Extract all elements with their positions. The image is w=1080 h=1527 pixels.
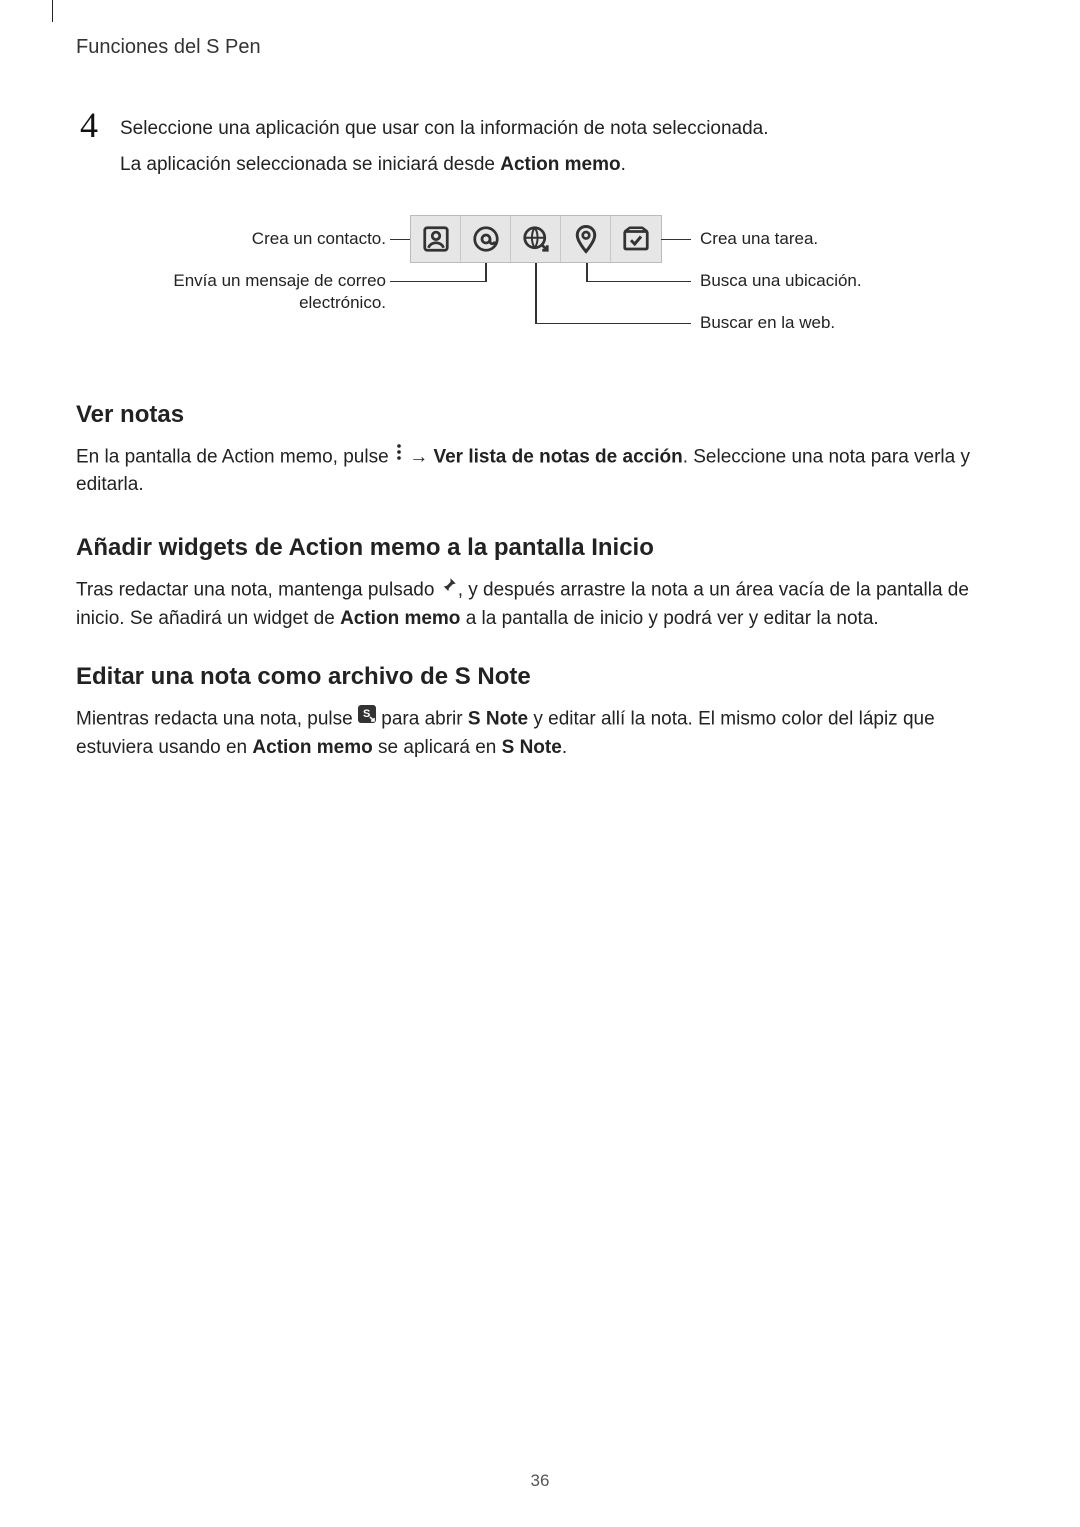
text: para abrir — [376, 708, 468, 729]
pin-note-icon — [440, 575, 458, 604]
more-options-icon — [394, 442, 404, 471]
text: . — [562, 737, 567, 758]
callout-line — [535, 263, 537, 323]
contact-icon — [421, 224, 451, 254]
heading-ver-notas: Ver notas — [76, 401, 1004, 429]
snote-icon: S — [358, 704, 376, 733]
heading-anadir: Añadir widgets de Action memo a la panta… — [76, 534, 1004, 562]
globe-arrow-icon — [521, 224, 551, 254]
step-subtext: La aplicación seleccionada se iniciará d… — [120, 151, 1004, 179]
action-memo-diagram: Crea un contacto. Envía un mensaje de co… — [76, 215, 1004, 355]
callout-line — [535, 323, 691, 325]
at-icon — [471, 224, 501, 254]
step-sub-post: . — [621, 154, 626, 175]
callout-task: Crea una tarea. — [700, 229, 818, 249]
callout-email-a: Envía un mensaje de correo — [76, 271, 386, 291]
text: Mientras redacta una nota, pulse — [76, 708, 358, 729]
text-bold: Action memo — [252, 737, 372, 758]
callout-line — [586, 263, 588, 282]
para-anadir: Tras redactar una nota, mantenga pulsado… — [76, 576, 1004, 633]
step-sub-bold: Action memo — [500, 154, 620, 175]
text-bold: Ver lista de notas de acción — [433, 446, 682, 467]
callout-location: Busca una ubicación. — [700, 271, 862, 291]
pin-icon — [571, 224, 601, 254]
step-text: Seleccione una aplicación que usar con l… — [120, 107, 769, 143]
text: a la pantalla de inicio y podrá ver y ed… — [460, 608, 878, 629]
text: Tras redactar una nota, mantenga pulsado — [76, 579, 440, 600]
task-app-button[interactable] — [611, 216, 661, 262]
callout-email-b: electrónico. — [76, 293, 386, 313]
contact-app-button[interactable] — [411, 216, 461, 262]
callout-line — [390, 281, 485, 283]
text: se aplicará en — [373, 737, 502, 758]
callout-contact: Crea un contacto. — [76, 229, 386, 249]
heading-editar: Editar una nota como archivo de S Note — [76, 663, 1004, 691]
header-rule — [52, 0, 53, 22]
step-4: 4 Seleccione una aplicación que usar con… — [76, 107, 1004, 143]
para-ver-notas: En la pantalla de Action memo, pulse → V… — [76, 443, 1004, 500]
task-check-icon — [621, 224, 651, 254]
para-editar: Mientras redacta una nota, pulse S para … — [76, 705, 1004, 762]
callout-line — [485, 263, 487, 282]
text-bold: Action memo — [340, 608, 460, 629]
action-toolbar — [410, 215, 662, 263]
text-bold: S Note — [502, 737, 562, 758]
callout-web: Buscar en la web. — [700, 313, 835, 333]
text: En la pantalla de Action memo, pulse — [76, 446, 394, 467]
text-bold: S Note — [468, 708, 528, 729]
svg-text:S: S — [363, 708, 370, 720]
callout-line — [390, 239, 410, 241]
callout-line — [661, 239, 691, 241]
web-search-button[interactable] — [511, 216, 561, 262]
step-number: 4 — [76, 107, 102, 143]
step-sub-pre: La aplicación seleccionada se iniciará d… — [120, 154, 500, 175]
page-number: 36 — [0, 1471, 1080, 1491]
callout-line — [586, 281, 691, 283]
text: → — [404, 446, 434, 467]
location-app-button[interactable] — [561, 216, 611, 262]
email-app-button[interactable] — [461, 216, 511, 262]
section-title: Funciones del S Pen — [76, 36, 1004, 59]
